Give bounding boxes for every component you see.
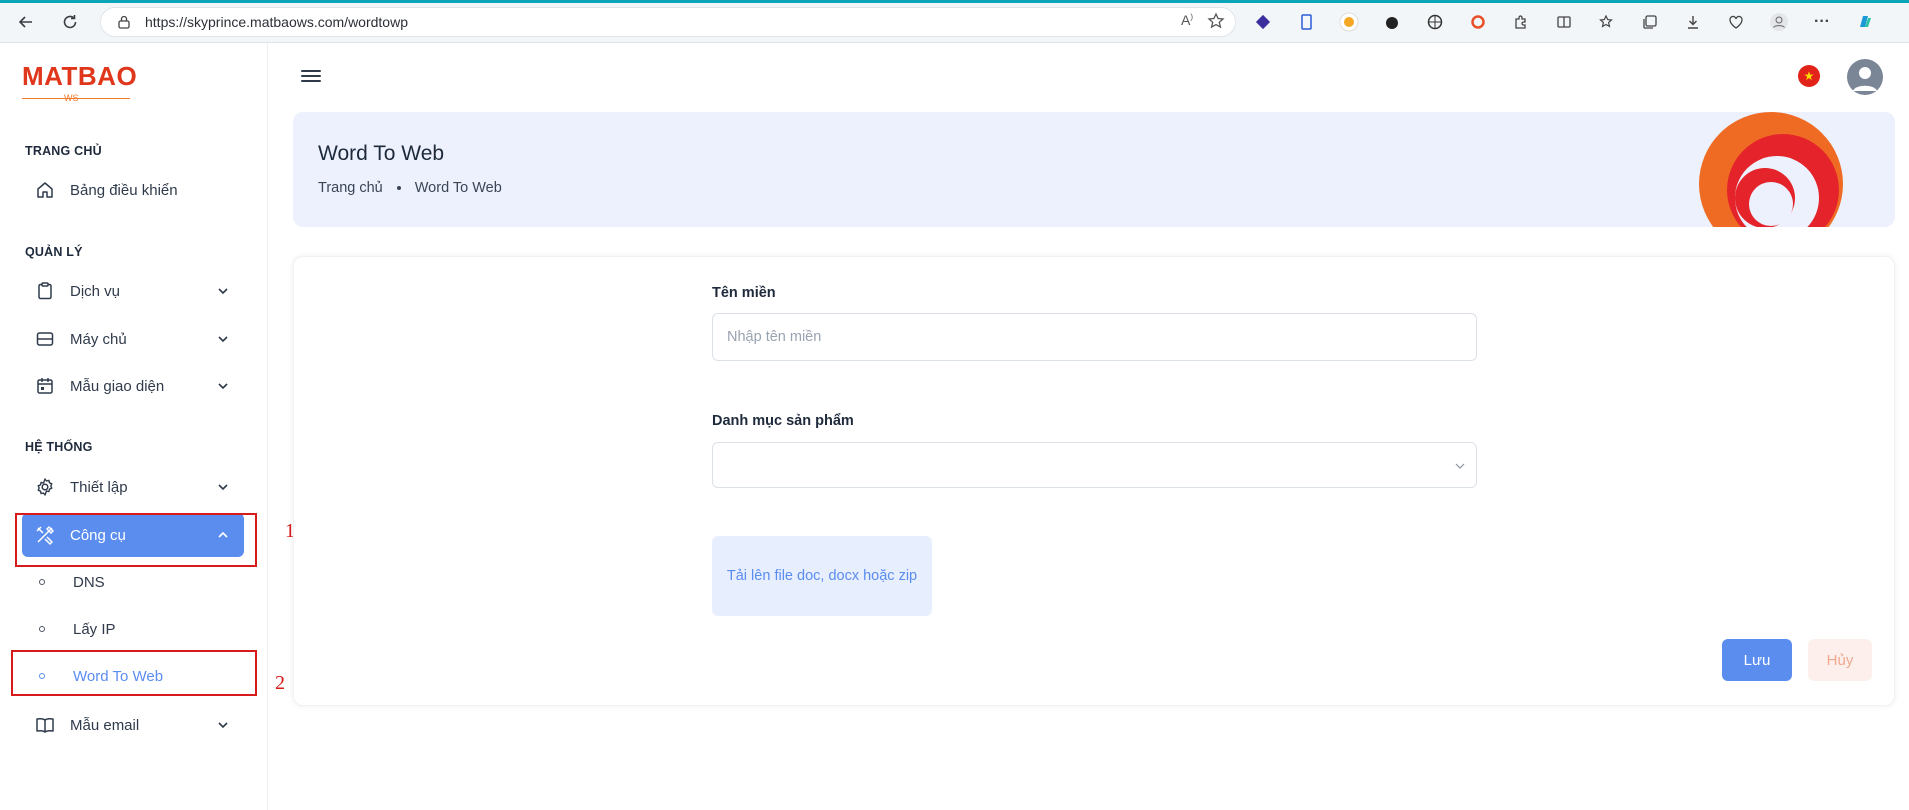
form-card: Tên miền Danh mục sản phẩm Tải lên file … — [293, 256, 1895, 706]
copilot-icon[interactable] — [1852, 9, 1878, 35]
calendar-icon — [34, 375, 56, 397]
chevron-down-icon — [218, 383, 228, 390]
extensions-bar: ··· — [1250, 9, 1878, 35]
sidebar-item-services[interactable]: Dịch vụ — [22, 269, 244, 313]
chevron-down-icon — [218, 484, 228, 491]
gear-icon — [34, 476, 56, 498]
breadcrumb-separator — [396, 186, 401, 190]
sidebar-item-label: Mẫu email — [70, 716, 140, 734]
browser-toolbar: https://skyprince.matbaows.com/wordtowp … — [0, 0, 1909, 43]
clipboard-icon — [34, 280, 56, 302]
sidebar-item-label: Bảng điều khiển — [70, 181, 178, 199]
read-aloud-icon[interactable]: A) — [1181, 12, 1193, 35]
sidebar-item-label: Lấy IP — [73, 620, 116, 638]
extension-purple-icon[interactable] — [1250, 9, 1276, 35]
sidebar-item-label: DNS — [73, 573, 105, 591]
sidebar-item-templates[interactable]: Mẫu giao diện — [22, 364, 244, 408]
domain-label: Tên miền — [712, 285, 776, 301]
favorites-icon[interactable] — [1594, 9, 1620, 35]
domain-input[interactable] — [712, 313, 1477, 361]
split-screen-icon[interactable] — [1551, 9, 1577, 35]
cancel-button[interactable]: Hủy — [1808, 639, 1872, 681]
sidebar-item-label: Thiết lập — [70, 478, 128, 496]
section-title-manage: QUẢN LÝ — [25, 245, 83, 259]
sidebar-item-settings[interactable]: Thiết lập — [22, 465, 244, 509]
category-label: Danh mục sản phẩm — [712, 413, 854, 429]
collections-icon[interactable] — [1637, 9, 1663, 35]
favorite-star-icon[interactable] — [1207, 12, 1225, 35]
extension-phone-icon[interactable] — [1293, 9, 1319, 35]
sidebar-subitem-dns[interactable]: DNS — [22, 562, 244, 602]
downloads-icon[interactable] — [1680, 9, 1706, 35]
sidebar-item-label: Dịch vụ — [70, 282, 121, 300]
extension-globe-icon[interactable] — [1422, 9, 1448, 35]
page-header-banner: Word To Web Trang chủ Word To Web — [293, 112, 1895, 227]
address-bar[interactable]: https://skyprince.matbaows.com/wordtowp … — [100, 7, 1236, 37]
bullet-icon — [39, 579, 45, 585]
chevron-down-icon — [1455, 463, 1465, 469]
annotation-box-1 — [15, 513, 257, 567]
avatar-icon[interactable] — [1847, 59, 1883, 95]
chevron-down-icon — [218, 288, 228, 295]
chevron-down-icon — [218, 336, 228, 343]
book-icon — [34, 714, 56, 736]
chevron-down-icon — [218, 722, 228, 729]
sidebar-item-label: Máy chủ — [70, 330, 127, 348]
refresh-icon[interactable] — [58, 10, 82, 34]
profile-icon[interactable] — [1766, 9, 1792, 35]
hamburger-icon[interactable] — [301, 67, 321, 87]
upload-dropzone[interactable]: Tải lên file doc, docx hoặc zip — [712, 536, 932, 616]
sidebar-item-dashboard[interactable]: Bảng điều khiển — [22, 168, 244, 212]
page-title: Word To Web — [318, 142, 445, 165]
home-icon — [34, 179, 56, 201]
logo-sub: WS — [64, 93, 79, 103]
breadcrumb: Trang chủ Word To Web — [318, 180, 502, 196]
sidebar-item-email-templates[interactable]: Mẫu email — [22, 703, 244, 747]
category-select[interactable] — [712, 442, 1477, 488]
matbao-logo[interactable]: MATBAO WS — [22, 61, 137, 103]
lock-icon — [117, 15, 131, 29]
breadcrumb-home[interactable]: Trang chủ — [318, 180, 383, 196]
back-icon[interactable] — [14, 10, 38, 34]
sidebar-subitem-get-ip[interactable]: Lấy IP — [22, 609, 244, 649]
breadcrumb-current: Word To Web — [414, 180, 502, 196]
annotation-box-2 — [11, 650, 257, 696]
save-button[interactable]: Lưu — [1722, 639, 1792, 681]
sidebar-item-label: Mẫu giao diện — [70, 377, 165, 395]
section-title-system: HỆ THỐNG — [25, 440, 93, 454]
extension-cat-icon[interactable] — [1379, 9, 1405, 35]
annotation-number-2: 2 — [275, 672, 285, 694]
heart-pulse-icon[interactable] — [1723, 9, 1749, 35]
logo-brand: MATBAO — [22, 61, 138, 91]
decorative-swirl-icon — [1699, 112, 1843, 227]
server-icon — [34, 328, 56, 350]
sidebar-item-servers[interactable]: Máy chủ — [22, 317, 244, 361]
flag-icon[interactable]: ★ — [1798, 65, 1820, 87]
extensions-puzzle-icon[interactable] — [1508, 9, 1534, 35]
more-menu-icon[interactable]: ··· — [1809, 9, 1835, 35]
window-accent — [0, 0, 1909, 3]
upload-text: Tải lên file doc, docx hoặc zip — [726, 568, 918, 584]
extension-ring-icon[interactable] — [1465, 9, 1491, 35]
url-text: https://skyprince.matbaows.com/wordtowp — [145, 14, 408, 30]
section-title-home: TRANG CHỦ — [25, 144, 102, 158]
bullet-icon — [39, 626, 45, 632]
extension-sun-icon[interactable] — [1336, 9, 1362, 35]
